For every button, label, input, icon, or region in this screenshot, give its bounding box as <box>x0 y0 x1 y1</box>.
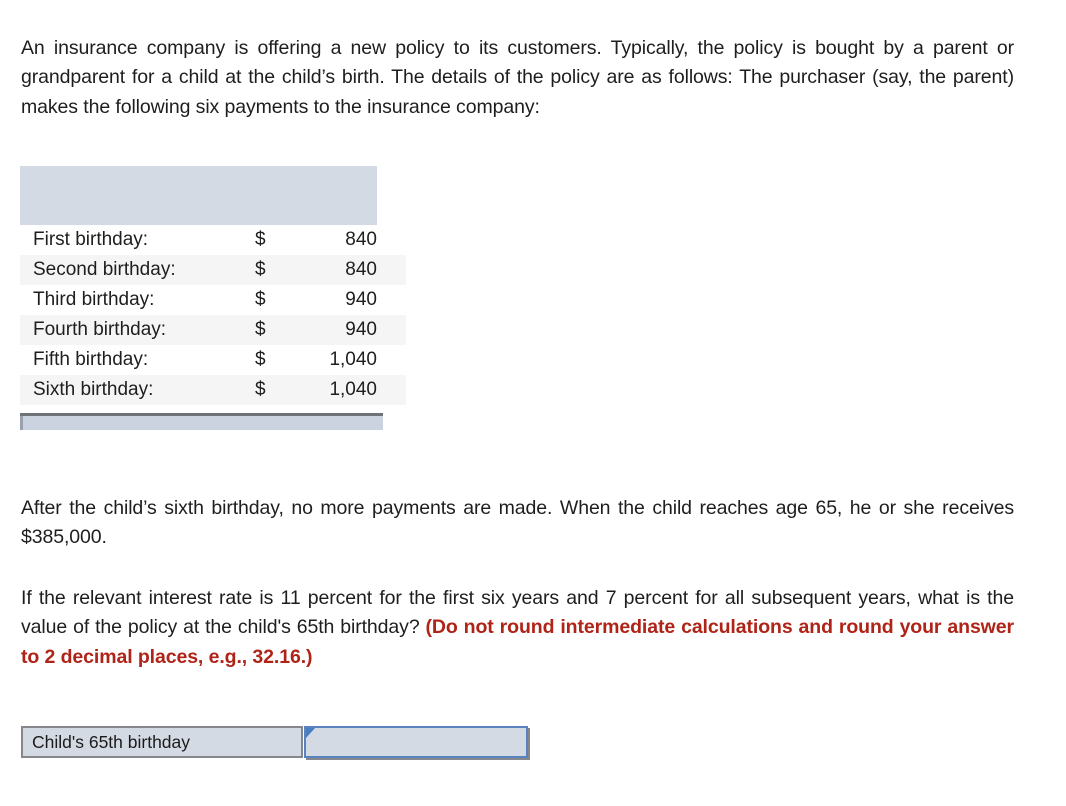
currency-symbol: $ <box>255 289 266 310</box>
table-row: Fourth birthday: $ 940 <box>20 315 406 345</box>
table-row: Sixth birthday: $ 1,040 <box>20 375 406 405</box>
answer-input-container[interactable] <box>304 726 528 758</box>
payment-label: Fourth birthday: <box>33 319 167 340</box>
currency-symbol: $ <box>255 379 266 400</box>
currency-symbol: $ <box>255 349 266 370</box>
payment-amount: 840 <box>345 259 377 280</box>
table-row: Fifth birthday: $ 1,040 <box>20 345 406 375</box>
after-payments-paragraph: After the child’s sixth birthday, no mor… <box>21 496 1014 549</box>
question-page: An insurance company is offering a new p… <box>0 0 1066 806</box>
table-row: First birthday: $ 840 <box>20 225 406 255</box>
intro-paragraph: An insurance company is offering a new p… <box>21 36 1014 118</box>
payment-amount: 1,040 <box>329 379 377 400</box>
payments-table: First birthday: $ 840 Second birthday: $… <box>20 166 406 430</box>
payment-label: Third birthday: <box>33 289 155 310</box>
currency-symbol: $ <box>255 229 266 250</box>
payment-amount: 940 <box>345 289 377 310</box>
table-header-bar <box>20 166 377 225</box>
answer-label: Child's 65th birthday <box>21 726 303 758</box>
answer-row: Child's 65th birthday <box>21 726 528 758</box>
payment-label: Fifth birthday: <box>33 349 149 370</box>
table-footer-notch <box>20 416 23 430</box>
currency-symbol: $ <box>255 319 266 340</box>
answer-input[interactable] <box>306 728 526 756</box>
payment-amount: 840 <box>345 229 377 250</box>
payment-label: Sixth birthday: <box>33 379 154 400</box>
table-row: Third birthday: $ 940 <box>20 285 406 315</box>
payment-amount: 940 <box>345 319 377 340</box>
payment-amount: 1,040 <box>329 349 377 370</box>
currency-symbol: $ <box>255 259 266 280</box>
payments-table-body: First birthday: $ 840 Second birthday: $… <box>20 225 406 405</box>
payment-label: First birthday: <box>33 229 149 250</box>
table-footer-bar <box>20 413 383 430</box>
rate-question-paragraph: If the relevant interest rate is 11 perc… <box>21 584 1014 673</box>
table-row: Second birthday: $ 840 <box>20 255 406 285</box>
triangle-marker-icon <box>306 728 315 738</box>
payment-label: Second birthday: <box>33 259 176 280</box>
